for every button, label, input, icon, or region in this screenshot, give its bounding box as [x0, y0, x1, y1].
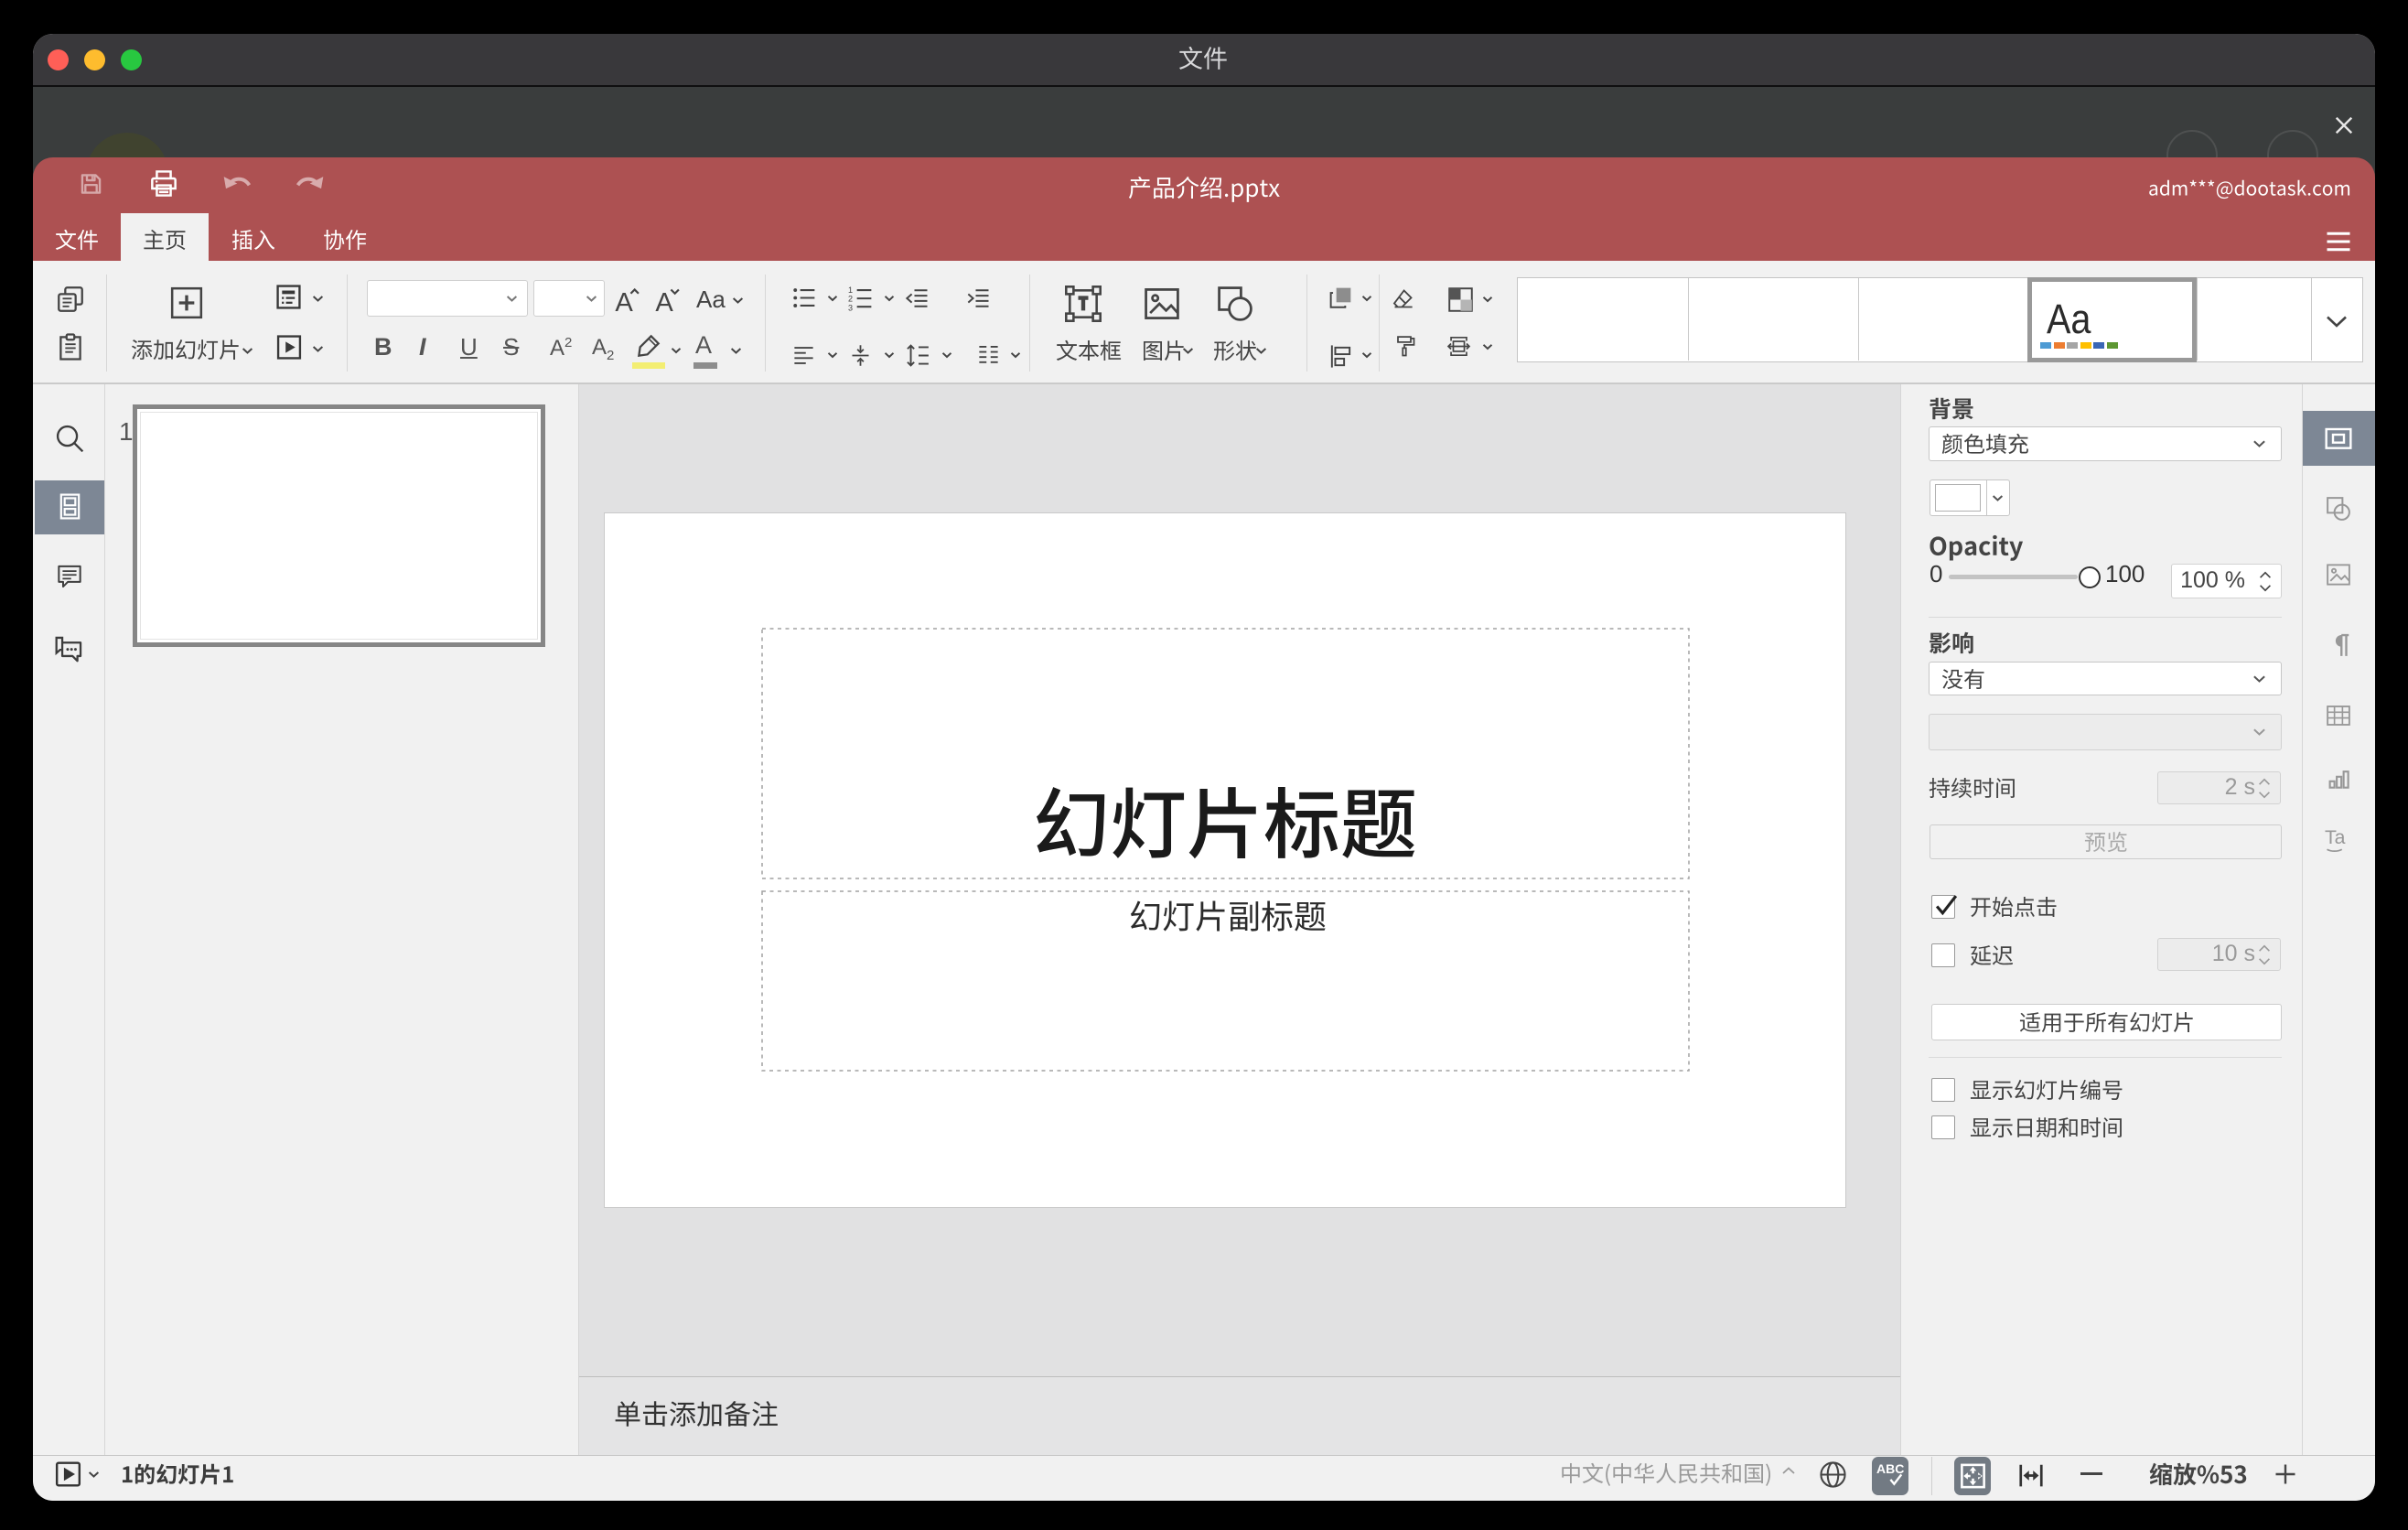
svg-text:3: 3 — [848, 303, 853, 311]
svg-text:Ta: Ta — [2325, 826, 2346, 848]
svg-text:Aa: Aa — [2047, 299, 2091, 342]
svg-text:1: 1 — [848, 286, 853, 295]
svg-text:A: A — [655, 288, 673, 318]
svg-text:2: 2 — [848, 295, 853, 304]
